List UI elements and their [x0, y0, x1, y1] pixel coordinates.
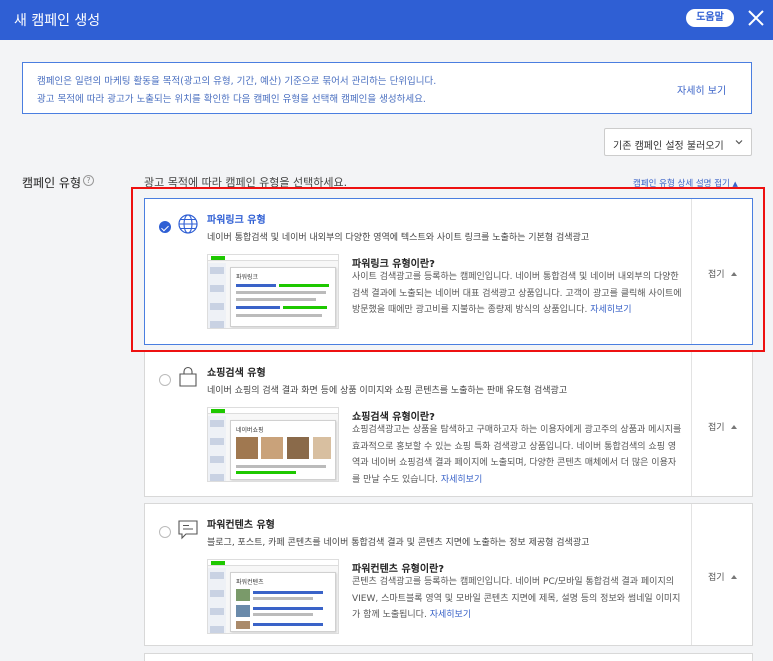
card-divider [691, 504, 692, 645]
card-what-text: 콘텐츠 검색광고를 등록하는 캠페인입니다. 네이버 PC/모바일 통합검색 결… [352, 577, 681, 620]
card-more-link[interactable]: 자세히보기 [430, 610, 471, 620]
powercontents-thumbnail: 파워컨텐츠 [207, 559, 339, 634]
card-fold-toggle[interactable]: 접기 [708, 267, 737, 280]
campaign-card-powercontents[interactable]: 파워컨텐츠 유형 블로그, 포스트, 카페 콘텐츠를 네이버 통합검색 결과 및… [144, 503, 753, 646]
info-line-1: 캠페인은 일련의 마케팅 활동을 목적(광고의 유형, 기간, 예산) 기준으로… [37, 76, 437, 87]
card-title: 파워컨텐츠 유형 [207, 520, 275, 531]
chat-document-icon [178, 520, 198, 540]
caret-up-icon [730, 575, 737, 579]
info-box: 캠페인은 일련의 마케팅 활동을 목적(광고의 유형, 기간, 예산) 기준으로… [22, 62, 752, 114]
modal-title: 새 캠페인 생성 [14, 13, 101, 29]
powerlink-thumbnail: 파워링크 [207, 254, 339, 329]
card-what-title: 파워링크 유형이란? [352, 259, 435, 270]
shopping-bag-icon [179, 366, 197, 387]
campaign-type-desc: 광고 목적에 따라 캠페인 유형을 선택하세요. [144, 176, 348, 189]
modal-header: 새 캠페인 생성 도움말 [0, 0, 773, 40]
thumb-title: 파워링크 [236, 274, 259, 281]
fold-label: 접기 [708, 270, 725, 280]
question-icon[interactable]: ? [83, 175, 94, 186]
card-what-body: 콘텐츠 검색광고를 등록하는 캠페인입니다. 네이버 PC/모바일 통합검색 결… [352, 574, 682, 624]
load-settings-label: 기존 캠페인 설정 불러오기 [613, 141, 724, 152]
card-title: 파워링크 유형 [207, 215, 266, 226]
info-line-2: 광고 목적에 따라 광고가 노출되는 위치를 확인한 다음 캠페인 유형을 선택… [37, 94, 426, 105]
thumb-title: 네이버쇼핑 [236, 427, 264, 434]
card-what-title: 파워컨텐츠 유형이란? [352, 564, 445, 575]
card-divider [691, 199, 692, 344]
radio-powercontents[interactable] [159, 526, 171, 538]
caret-up-icon [730, 272, 737, 276]
campaign-card-powerlink[interactable]: 파워링크 유형 네이버 통합검색 및 네이버 내외부의 다양한 영역에 텍스트와… [144, 198, 753, 345]
shopping-thumbnail: 네이버쇼핑 [207, 407, 339, 482]
radio-shopping[interactable] [159, 374, 171, 386]
globe-icon [178, 214, 198, 234]
campaign-type-detail-link-text: 캠페인 유형 상세 설명 접기 [633, 179, 730, 189]
card-what-body: 사이트 검색광고를 등록하는 캠페인입니다. 네이버 통합검색 및 네이버 내외… [352, 269, 682, 319]
campaign-card-next[interactable] [144, 653, 753, 661]
card-fold-toggle[interactable]: 접기 [708, 420, 737, 433]
close-icon[interactable] [746, 8, 766, 28]
chevron-down-icon [735, 140, 743, 145]
card-what-text: 사이트 검색광고를 등록하는 캠페인입니다. 네이버 통합검색 및 네이버 내외… [352, 272, 682, 315]
card-divider [691, 352, 692, 496]
fold-label: 접기 [708, 423, 725, 433]
load-settings-dropdown[interactable]: 기존 캠페인 설정 불러오기 [604, 128, 752, 156]
campaign-card-shopping[interactable]: 쇼핑검색 유형 네이버 쇼핑의 검색 결과 화면 등에 상품 이미지와 쇼핑 콘… [144, 351, 753, 497]
card-what-body: 쇼핑검색광고는 상품을 탐색하고 구매하고자 하는 이용자에게 광고주의 상품과… [352, 422, 682, 488]
radio-powerlink[interactable] [159, 221, 171, 233]
card-more-link[interactable]: 자세히보기 [590, 305, 631, 315]
caret-up-icon [730, 425, 737, 429]
thumb-title: 파워컨텐츠 [236, 579, 264, 586]
card-desc: 블로그, 포스트, 카페 콘텐츠를 네이버 통합검색 결과 및 콘텐츠 지면에 … [207, 538, 590, 548]
info-more-link[interactable]: 자세히 보기 [677, 82, 726, 97]
card-desc: 네이버 쇼핑의 검색 결과 화면 등에 상품 이미지와 쇼핑 콘텐츠를 노출하는… [207, 386, 568, 396]
card-desc: 네이버 통합검색 및 네이버 내외부의 다양한 영역에 텍스트와 사이트 링크를… [207, 233, 590, 243]
card-fold-toggle[interactable]: 접기 [708, 570, 737, 583]
help-button[interactable]: 도움말 [686, 9, 734, 27]
card-what-title: 쇼핑검색 유형이란? [352, 412, 435, 423]
fold-label: 접기 [708, 573, 725, 583]
card-title: 쇼핑검색 유형 [207, 368, 266, 379]
campaign-type-detail-link[interactable]: 캠페인 유형 상세 설명 접기 ▲ [633, 177, 738, 189]
campaign-type-label: 캠페인 유형 [22, 176, 82, 190]
card-what-text: 쇼핑검색광고는 상품을 탐색하고 구매하고자 하는 이용자에게 광고주의 상품과… [352, 425, 682, 485]
card-more-link[interactable]: 자세히보기 [441, 475, 482, 485]
